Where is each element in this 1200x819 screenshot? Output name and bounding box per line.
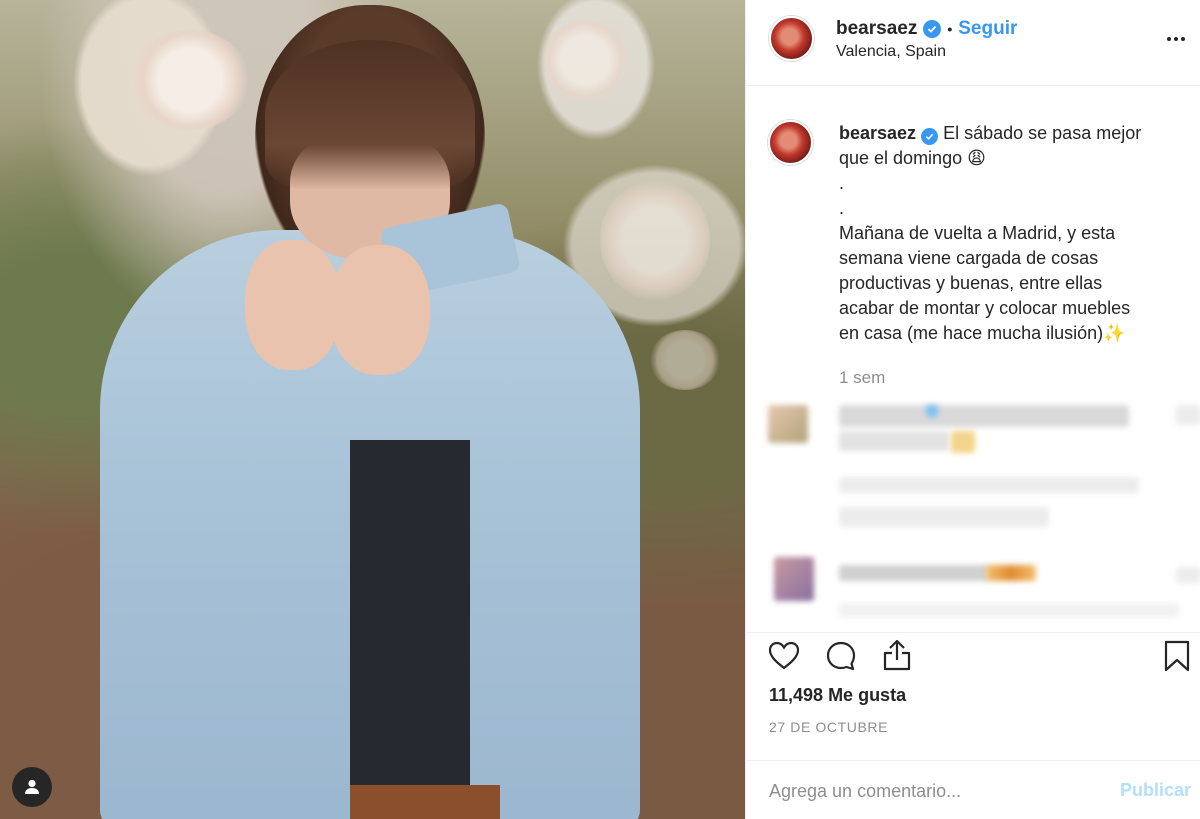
blurred-text xyxy=(1176,405,1200,425)
commenter-avatar xyxy=(768,405,808,443)
post-actions: 11,498 Me gusta 27 DE OCTUBRE xyxy=(746,632,1200,752)
post-photo[interactable] xyxy=(0,0,745,819)
post-side-panel: bearsaez • Seguir Valencia, Spain bearsa… xyxy=(745,0,1200,819)
caption-timestamp[interactable]: 1 sem xyxy=(839,368,885,388)
dark-shirt xyxy=(350,440,470,819)
verified-badge-icon xyxy=(923,20,942,38)
blurred-emoji xyxy=(986,565,1036,581)
bookmark-icon[interactable] xyxy=(1160,639,1194,673)
rose-decoration xyxy=(540,20,630,100)
publish-button[interactable]: Publicar xyxy=(1120,780,1191,801)
blurred-text xyxy=(839,431,949,451)
add-comment-bar: Publicar xyxy=(746,760,1200,819)
caption-text: . xyxy=(839,173,845,193)
comment-bubble-icon[interactable] xyxy=(824,639,858,673)
blurred-emoji xyxy=(951,431,975,453)
profile-tag-button[interactable] xyxy=(12,767,52,807)
author-avatar[interactable] xyxy=(769,16,814,61)
caption-text: acabar de montar y colocar muebles xyxy=(839,298,1131,318)
separator-dot: • xyxy=(947,21,953,37)
left-hand xyxy=(245,240,340,370)
caption-author-avatar[interactable] xyxy=(768,120,813,165)
belt xyxy=(350,785,500,819)
more-options-icon[interactable] xyxy=(1165,28,1187,50)
author-row: bearsaez • Seguir xyxy=(836,18,1017,40)
rose-decoration xyxy=(600,180,710,300)
rose-decoration xyxy=(650,330,720,390)
caption-text: Mañana de vuelta a Madrid, y esta xyxy=(839,223,1116,243)
post-caption: bearsaez El sábado se pasa mejor que el … xyxy=(839,121,1189,346)
person-bangs xyxy=(265,40,475,190)
likes-count[interactable]: 11,498 Me gusta xyxy=(769,685,906,706)
caption-text: en casa (me hace mucha ilusión)✨ xyxy=(839,323,1126,343)
post-location[interactable]: Valencia, Spain xyxy=(836,43,946,61)
blurred-text xyxy=(839,603,1179,617)
caption-line-1: bearsaez El sábado se pasa mejor xyxy=(839,121,1189,146)
instagram-post-view: bearsaez • Seguir Valencia, Spain bearsa… xyxy=(0,0,1200,819)
caption-text: El sábado se pasa mejor xyxy=(943,123,1142,143)
blurred-text xyxy=(1176,567,1200,583)
commenter-avatar xyxy=(774,557,814,601)
heart-icon[interactable] xyxy=(767,639,801,673)
caption-text: . xyxy=(839,198,845,218)
blurred-text xyxy=(839,477,1139,493)
right-hand xyxy=(330,245,430,375)
follow-button[interactable]: Seguir xyxy=(958,18,1017,40)
blurred-text xyxy=(839,405,1129,427)
post-header: bearsaez • Seguir Valencia, Spain xyxy=(746,0,1200,86)
author-username[interactable]: bearsaez xyxy=(836,18,917,40)
blurred-text xyxy=(839,507,1049,527)
caption-username[interactable]: bearsaez xyxy=(839,123,916,143)
caption-text: que el domingo 😩 xyxy=(839,148,986,168)
rose-decoration xyxy=(130,30,250,130)
caption-text: productivas y buenas, entre ellas xyxy=(839,273,1103,293)
verified-badge-icon xyxy=(921,128,939,145)
caption-text: semana viene cargada de cosas xyxy=(839,248,1099,268)
user-icon xyxy=(25,779,39,794)
comments-area[interactable]: bearsaez El sábado se pasa mejor que el … xyxy=(746,87,1200,632)
blurred-text xyxy=(839,565,989,581)
blurred-emoji xyxy=(926,405,938,417)
post-date: 27 DE OCTUBRE xyxy=(769,719,889,735)
share-icon[interactable] xyxy=(880,638,914,672)
comment-input[interactable] xyxy=(769,778,1089,804)
